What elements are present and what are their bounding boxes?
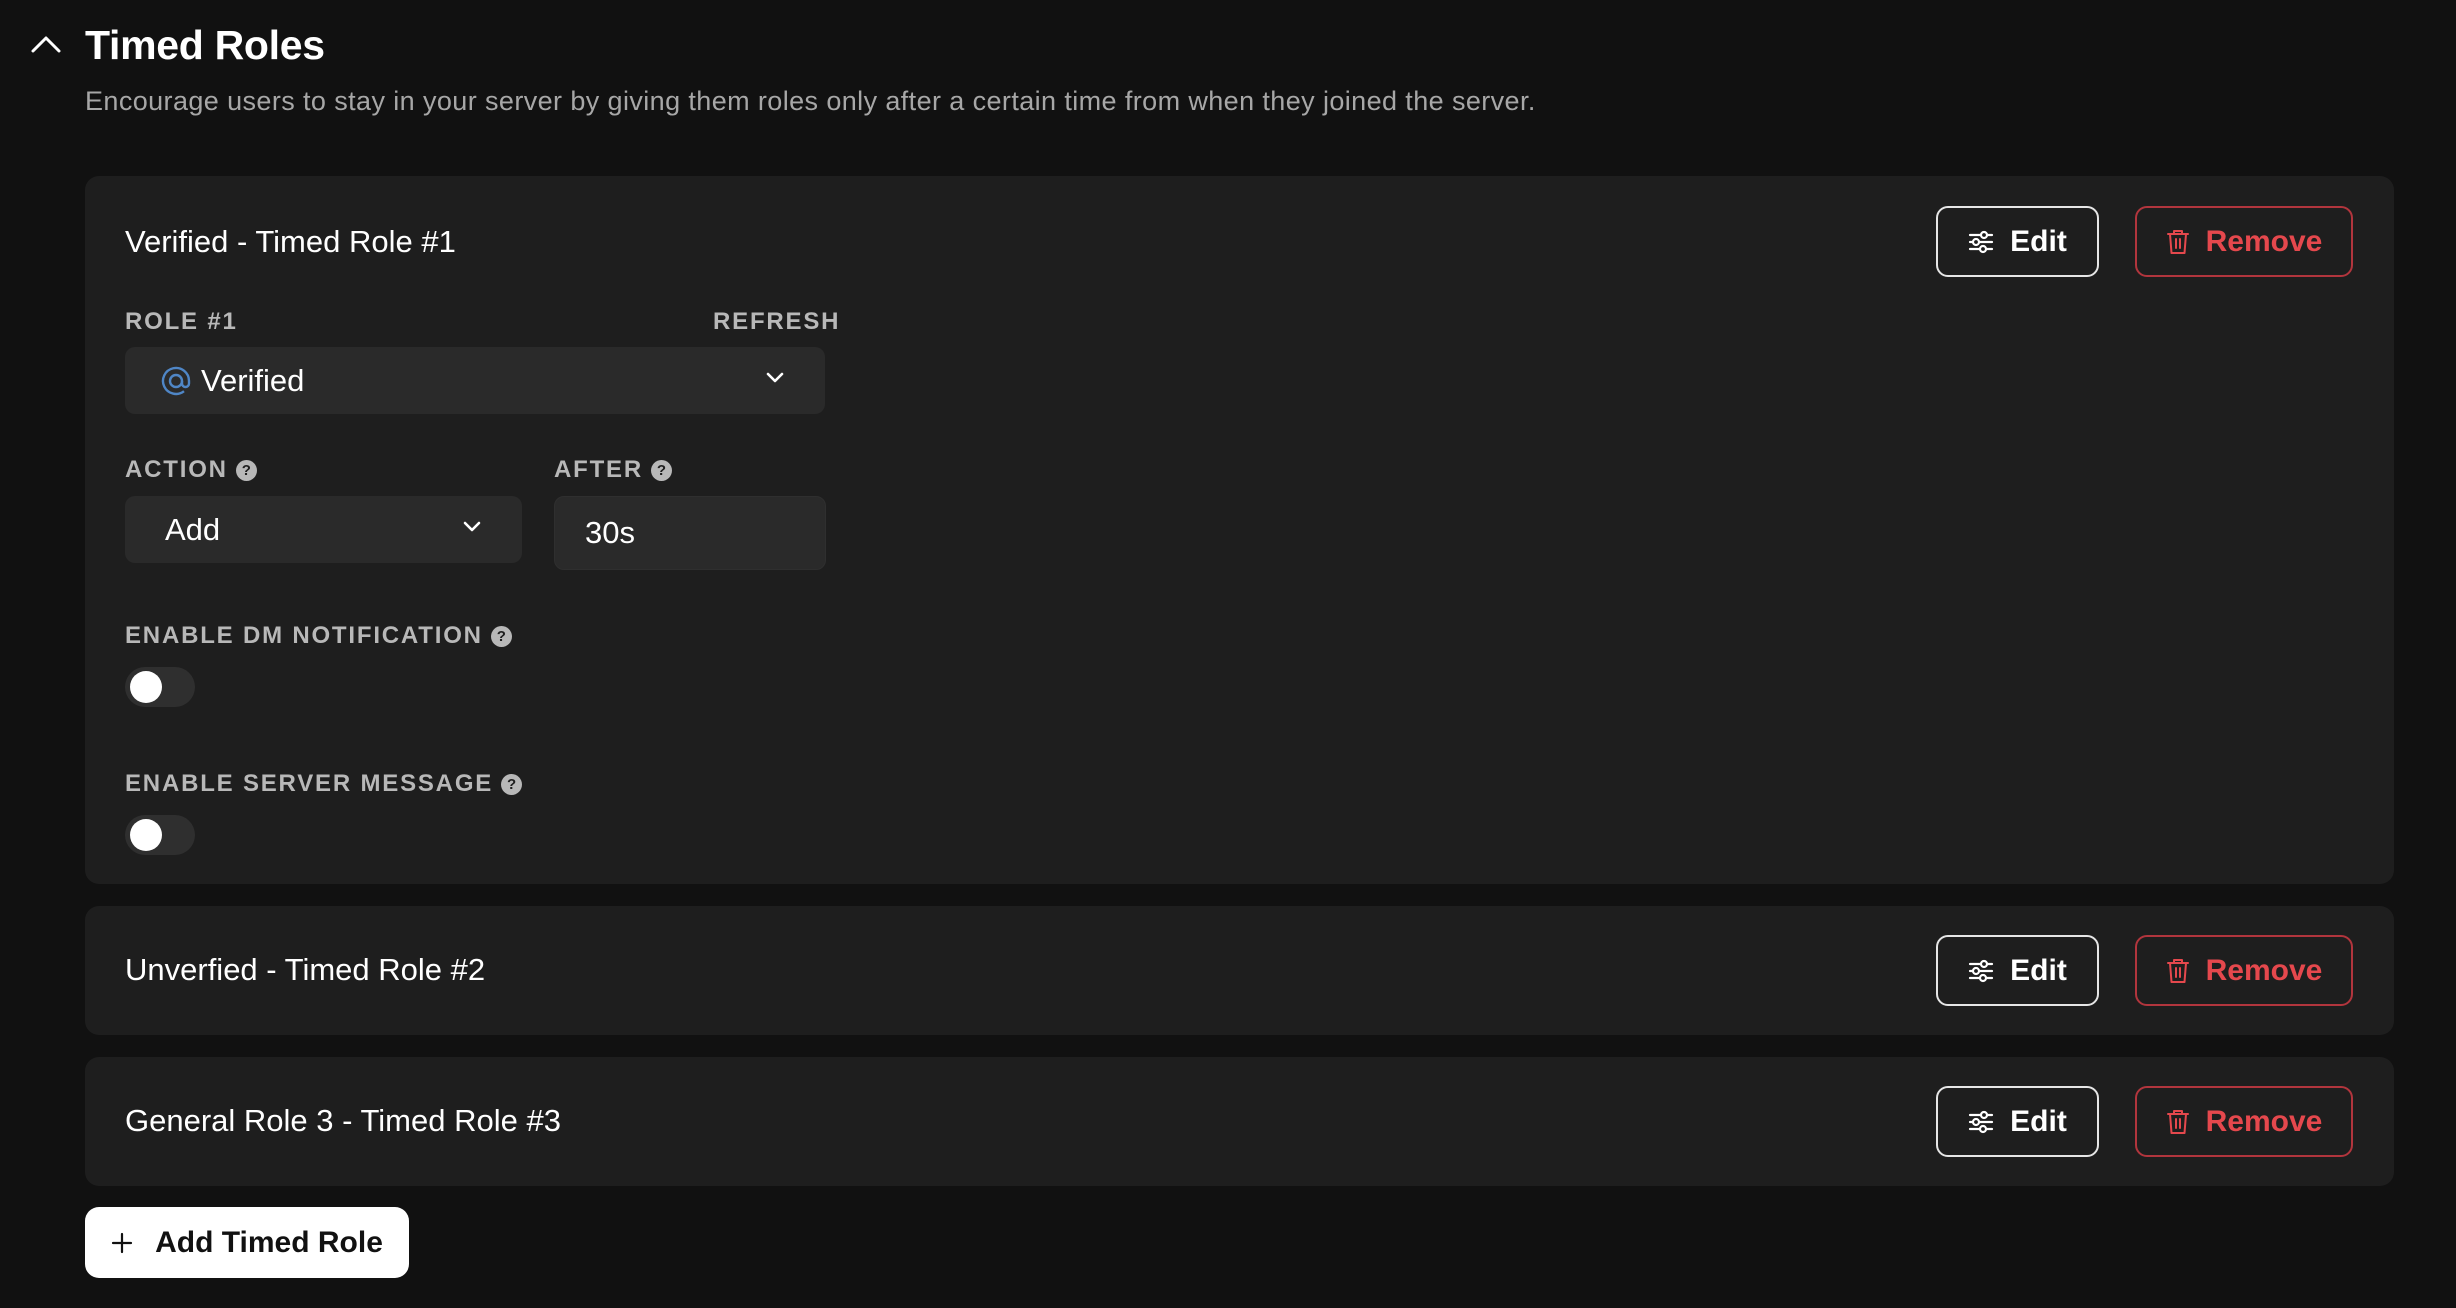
remove-button[interactable]: Remove <box>2135 935 2353 1006</box>
section-header <box>28 26 64 62</box>
section-description: Encourage users to stay in your server b… <box>85 86 1536 116</box>
chevron-down-icon <box>463 521 481 532</box>
after-label-text: AFTER <box>554 456 643 483</box>
action-label: ACTION ? <box>125 456 257 484</box>
edit-button-label: Edit <box>2010 224 2067 258</box>
role-label: ROLE #1 <box>125 308 238 336</box>
timed-role-card: Verified - Timed Role #1 Edit Remove ROL… <box>85 176 2394 884</box>
edit-button[interactable]: Edit <box>1936 206 2099 277</box>
after-input[interactable] <box>554 496 826 570</box>
collapse-toggle[interactable] <box>28 26 64 62</box>
help-icon[interactable]: ? <box>651 459 672 481</box>
role-select[interactable]: Verified <box>125 347 825 414</box>
remove-button[interactable]: Remove <box>2135 206 2353 277</box>
add-timed-role-button[interactable]: Add Timed Role <box>85 1207 409 1278</box>
timed-role-title: Unverfied - Timed Role #2 <box>125 952 486 987</box>
action-select[interactable]: Add <box>125 496 522 563</box>
sliders-icon <box>1969 1110 1994 1133</box>
remove-button-label: Remove <box>2205 953 2323 987</box>
edit-button[interactable]: Edit <box>1936 935 2099 1006</box>
add-timed-role-label: Add Timed Role <box>155 1225 383 1259</box>
timed-role-title: General Role 3 - Timed Role #3 <box>125 1103 561 1138</box>
dm-notification-toggle[interactable] <box>125 667 195 707</box>
refresh-link[interactable]: REFRESH <box>713 308 840 336</box>
role-select-value: Verified <box>201 362 305 398</box>
chevron-up-icon <box>31 36 61 53</box>
edit-button[interactable]: Edit <box>1936 1086 2099 1157</box>
edit-button-label: Edit <box>2010 953 2067 987</box>
help-icon[interactable]: ? <box>490 625 512 647</box>
timed-role-card: General Role 3 - Timed Role #3 Edit Remo… <box>85 1057 2394 1186</box>
remove-button[interactable]: Remove <box>2135 1086 2353 1157</box>
dm-notification-label-text: ENABLE DM NOTIFICATION <box>125 622 483 649</box>
trash-icon <box>2166 229 2189 254</box>
server-message-label: ENABLE SERVER MESSAGE ? <box>125 770 523 798</box>
sliders-icon <box>1969 230 1994 253</box>
toggle-knob <box>130 671 162 703</box>
help-icon[interactable]: ? <box>501 773 523 795</box>
section-title: Timed Roles <box>85 22 325 68</box>
toggle-knob <box>130 819 162 851</box>
server-message-label-text: ENABLE SERVER MESSAGE <box>125 770 494 797</box>
remove-button-label: Remove <box>2205 224 2323 258</box>
action-select-value: Add <box>165 511 221 547</box>
trash-icon <box>2166 958 2189 983</box>
remove-button-label: Remove <box>2205 1104 2323 1138</box>
timed-role-title: Verified - Timed Role #1 <box>125 224 456 259</box>
action-label-text: ACTION <box>125 456 228 483</box>
timed-role-card: Unverfied - Timed Role #2 Edit Remove <box>85 906 2394 1035</box>
sliders-icon <box>1969 959 1994 982</box>
dm-notification-label: ENABLE DM NOTIFICATION ? <box>125 622 512 650</box>
edit-button-label: Edit <box>2010 1104 2067 1138</box>
chevron-down-icon <box>766 372 784 383</box>
server-message-toggle[interactable] <box>125 815 195 855</box>
at-sign-icon <box>161 366 191 395</box>
trash-icon <box>2166 1109 2189 1134</box>
plus-icon <box>111 1232 133 1253</box>
role-label-text: ROLE #1 <box>125 308 238 335</box>
after-label: AFTER ? <box>554 456 672 484</box>
help-icon[interactable]: ? <box>235 459 257 481</box>
